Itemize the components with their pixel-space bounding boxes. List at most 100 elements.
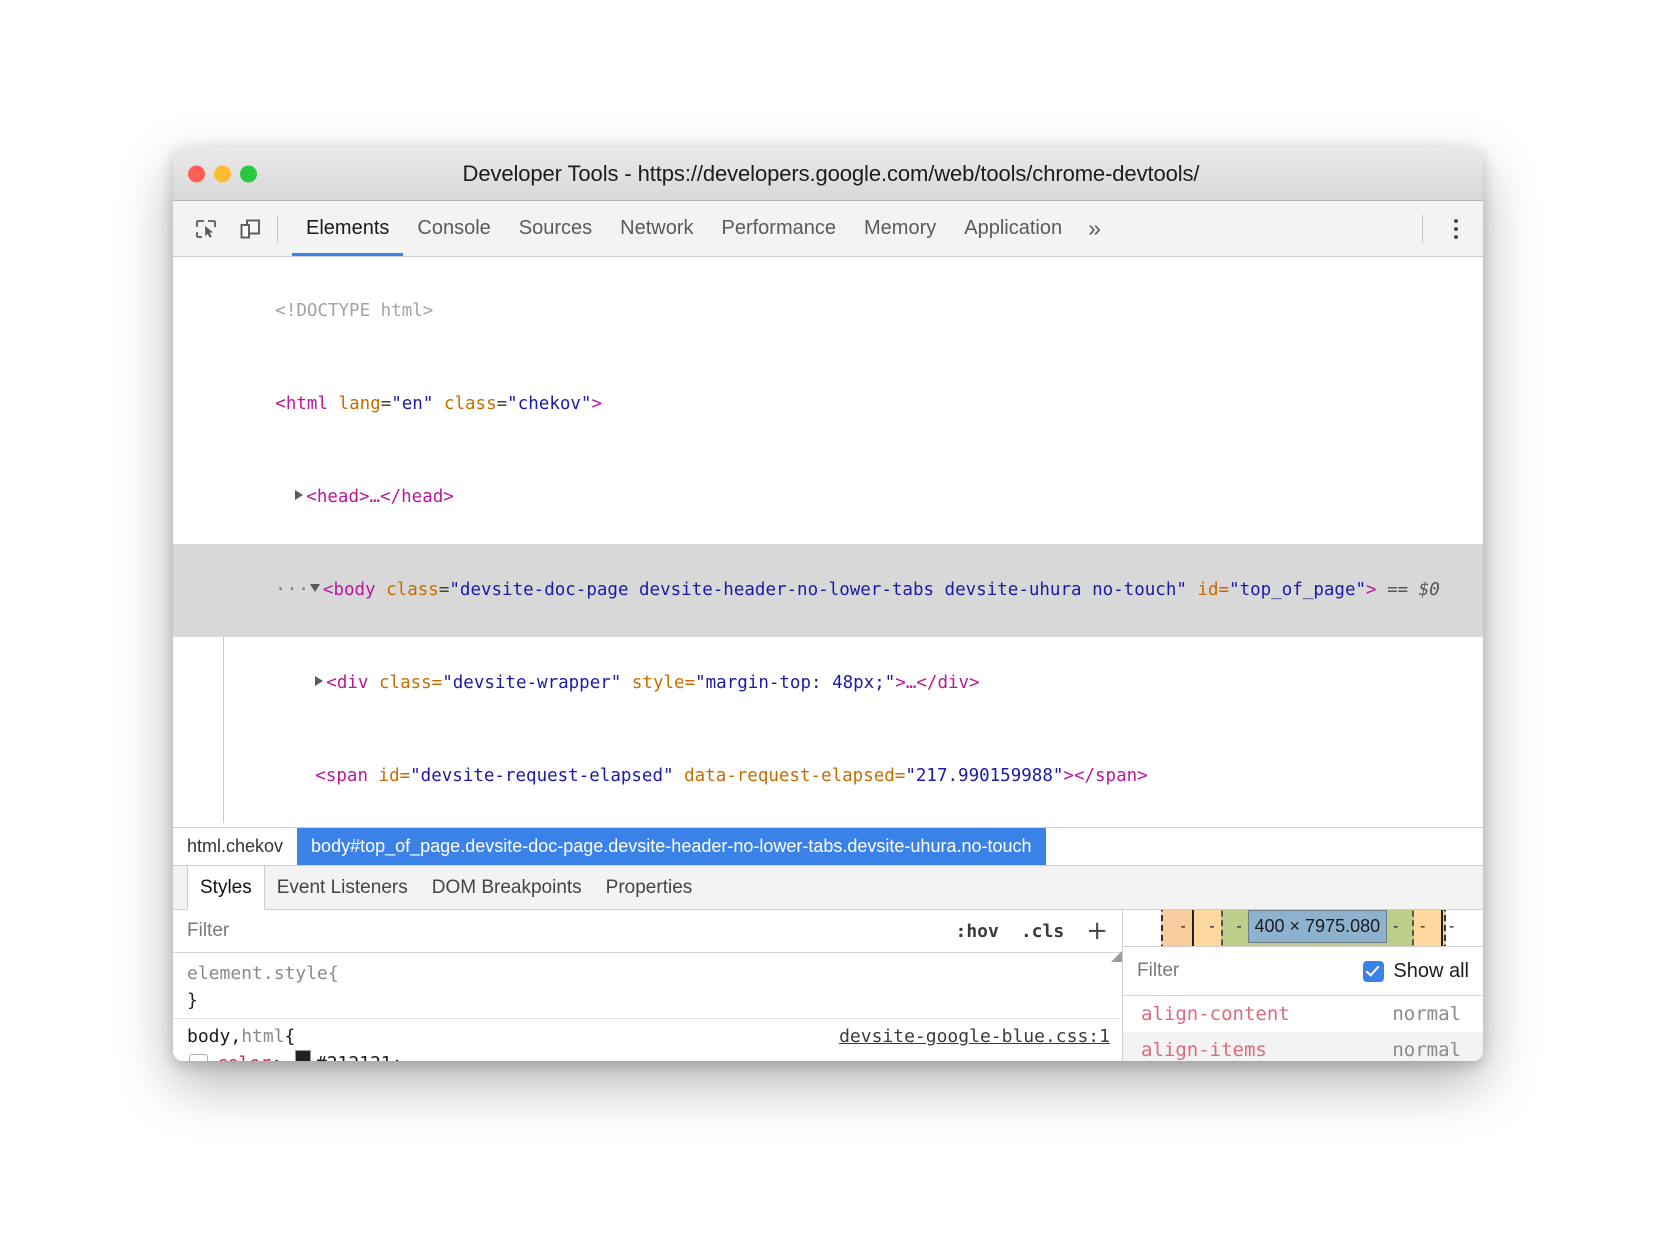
decl-sep-color: :: [271, 1050, 282, 1061]
computed-filter-row: Filter Show all: [1123, 946, 1483, 996]
dom-line-span[interactable]: <span id="devsite-request-elapsed" data-…: [173, 730, 1483, 823]
color-swatch-icon[interactable]: [295, 1050, 311, 1061]
expand-arrow-icon[interactable]: [295, 490, 303, 500]
tab-elements-label: Elements: [306, 217, 389, 240]
breadcrumb-item-body[interactable]: body#top_of_page.devsite-doc-page.devsit…: [297, 828, 1045, 865]
dom-tree: <!DOCTYPE html> <html lang="en" class="c…: [173, 257, 1483, 827]
box-model-padding[interactable]: padding - - 400 × 7975.080 -: [1221, 910, 1415, 946]
html-close-bracket: >: [591, 394, 602, 414]
tab-sources-label: Sources: [519, 217, 592, 240]
tab-elements[interactable]: Elements: [292, 201, 403, 256]
tab-console[interactable]: Console: [403, 201, 504, 256]
minimize-window-button[interactable]: [214, 166, 231, 183]
more-tabs-chevron-icon[interactable]: »: [1076, 201, 1113, 256]
tab-styles[interactable]: Styles: [187, 866, 265, 910]
body-attr-class: class: [386, 580, 439, 600]
box-model-content-size[interactable]: 400 × 7975.080: [1248, 910, 1388, 943]
new-style-rule-button[interactable]: +: [1086, 918, 1108, 944]
span-attr-data: data-request-elapsed=: [684, 766, 905, 786]
tab-sources[interactable]: Sources: [505, 201, 606, 256]
device-toolbar-glyph: [238, 217, 262, 241]
tab-memory[interactable]: Memory: [850, 201, 950, 256]
padding-left-value[interactable]: -: [1231, 918, 1248, 936]
dom-line-head[interactable]: <head>…</head>: [173, 451, 1483, 544]
body-attr-id: id=: [1197, 580, 1229, 600]
maximize-window-button[interactable]: [240, 166, 257, 183]
breadcrumb: html.chekov body#top_of_page.devsite-doc…: [173, 827, 1483, 866]
computed-value-align-items: normal: [1392, 1035, 1461, 1061]
margin-right-value[interactable]: -: [1443, 918, 1460, 936]
close-window-button[interactable]: [188, 166, 205, 183]
body-console-ref: == $0: [1387, 580, 1440, 600]
rule-brace-open: {: [328, 960, 339, 987]
rule-selector-text: element.style: [187, 960, 328, 987]
padding-right-value[interactable]: -: [1387, 918, 1404, 936]
span-attr-id: id=: [379, 766, 411, 786]
computed-name-align-content: align-content: [1141, 999, 1290, 1029]
more-tabs-label: »: [1088, 215, 1101, 242]
tab-application-label: Application: [964, 217, 1062, 240]
stylesheet-source-link[interactable]: devsite-google-blue.css:1: [819, 1023, 1110, 1050]
rule-brace-open-body: {: [285, 1023, 296, 1050]
computed-name-align-items: align-items: [1141, 1035, 1267, 1061]
hov-toggle[interactable]: :hov: [955, 921, 998, 942]
window-controls: [188, 166, 257, 183]
collapse-arrow-icon[interactable]: [310, 584, 320, 592]
tab-dom-breakpoints[interactable]: DOM Breakpoints: [420, 866, 594, 909]
body-val-id: "top_of_page": [1229, 580, 1366, 600]
css-rules-list: element.style { } body, html { devsite-g…: [173, 953, 1122, 1061]
show-all-checkbox[interactable]: [1363, 961, 1384, 982]
styles-filter-input[interactable]: Filter: [187, 920, 229, 942]
border-right-value[interactable]: -: [1414, 918, 1431, 936]
computed-filter-input[interactable]: Filter: [1137, 960, 1179, 982]
box-model-border[interactable]: border - - padding -: [1192, 910, 1444, 946]
border-left-value[interactable]: -: [1204, 918, 1221, 936]
body-close-bracket: >: [1366, 580, 1377, 600]
breadcrumb-item-html[interactable]: html.chekov: [173, 828, 297, 865]
tab-application[interactable]: Application: [950, 201, 1076, 256]
device-toolbar-icon[interactable]: [233, 212, 267, 246]
styles-filter-row: Filter :hov .cls +: [173, 910, 1122, 953]
toolbar-icon-group: [189, 212, 267, 246]
dom-line-html[interactable]: <html lang="en" class="chekov">: [173, 358, 1483, 451]
margin-left-value[interactable]: -: [1175, 918, 1192, 936]
computed-row-align-items[interactable]: align-items normal: [1123, 1032, 1483, 1061]
styles-pane: Filter :hov .cls + element.style {: [173, 910, 1123, 1061]
body-tag: <body: [323, 580, 376, 600]
tab-properties[interactable]: Properties: [594, 866, 705, 909]
html-val-lang: "en": [391, 394, 433, 414]
span-val-id: "devsite-request-elapsed": [410, 766, 673, 786]
rule-selector-row[interactable]: element.style {: [173, 960, 1122, 987]
devtools-window: Developer Tools - https://developers.goo…: [173, 148, 1483, 1061]
tab-performance[interactable]: Performance: [708, 201, 851, 256]
computed-properties-list: align-content normal align-items normal: [1123, 996, 1483, 1061]
pseudo-state-toggles: :hov .cls: [955, 921, 1064, 942]
div-attr-class: class=: [379, 673, 442, 693]
dom-line-body-selected[interactable]: ···<body class="devsite-doc-page devsite…: [173, 544, 1483, 637]
tab-performance-label: Performance: [722, 217, 837, 240]
tab-network[interactable]: Network: [606, 201, 707, 256]
doctype-text: <!DOCTYPE html>: [275, 301, 433, 321]
tab-event-listeners[interactable]: Event Listeners: [265, 866, 420, 909]
padding-bottom-value[interactable]: -: [1231, 943, 1405, 946]
inspect-element-icon[interactable]: [189, 212, 223, 246]
div-val-style: "margin-top: 48px;": [695, 673, 895, 693]
dom-overflow-ellipsis[interactable]: ···: [275, 580, 310, 600]
kebab-menu-icon[interactable]: [1441, 212, 1471, 246]
show-all-label: Show all: [1393, 960, 1469, 983]
rule-selector-row-body[interactable]: body, html { devsite-google-blue.css:1: [173, 1023, 1122, 1050]
declaration-checkbox-color[interactable]: [189, 1054, 208, 1061]
styles-split-view: Filter :hov .cls + element.style {: [173, 910, 1483, 1061]
expand-arrow-icon-div[interactable]: [315, 676, 323, 686]
declaration-color[interactable]: color: #212121;: [173, 1050, 1122, 1061]
dom-line-doctype[interactable]: <!DOCTYPE html>: [173, 265, 1483, 358]
dom-line-div[interactable]: <div class="devsite-wrapper" style="marg…: [173, 637, 1483, 730]
computed-row-align-content[interactable]: align-content normal: [1123, 996, 1483, 1032]
cls-toggle[interactable]: .cls: [1021, 921, 1064, 942]
rule-brace-close: }: [173, 987, 1122, 1014]
indent-guide: [223, 637, 224, 730]
rule-selector-dim: html: [241, 1023, 284, 1050]
show-all-toggle[interactable]: Show all: [1363, 960, 1469, 983]
box-model-margin[interactable]: margin - - border - -: [1161, 910, 1446, 946]
tab-memory-label: Memory: [864, 217, 936, 240]
